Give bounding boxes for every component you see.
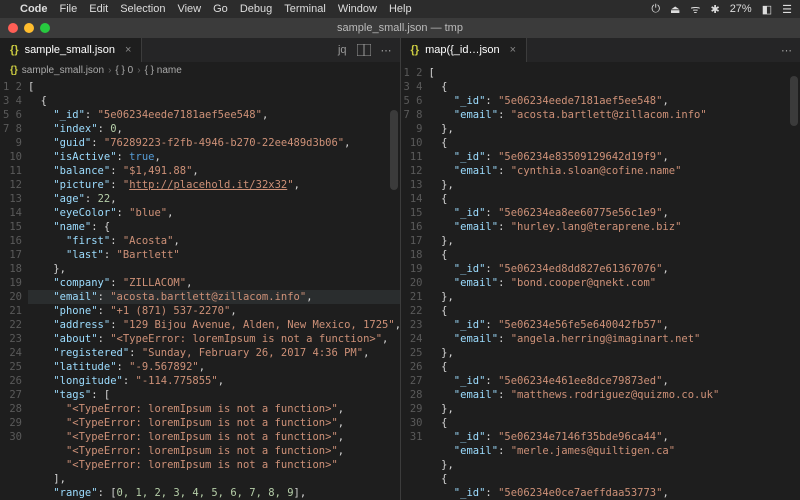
left-scrollbar[interactable] — [390, 110, 398, 190]
menu-selection[interactable]: Selection — [120, 3, 165, 15]
left-code[interactable]: [ { "_id": "5e06234eede7181aef5ee548", "… — [28, 80, 400, 500]
json-file-icon: {} — [10, 65, 18, 76]
menu-debug[interactable]: Debug — [240, 3, 272, 15]
mac-menu-items: File Edit Selection View Go Debug Terminal Wind… — [60, 3, 412, 15]
workspace: {} sample_small.json × jq ⋯ {} sample_sm… — [0, 38, 800, 500]
breadcrumb-item[interactable]: { } 0 — [115, 65, 133, 76]
json-file-icon: {} — [411, 44, 420, 56]
status-icon[interactable]: 27% — [730, 3, 752, 15]
tab-sample-small-json[interactable]: {} sample_small.json × — [0, 38, 142, 62]
json-file-icon: {} — [10, 44, 19, 56]
status-icon[interactable]: ⏏ — [670, 3, 680, 16]
window-titlebar: sample_small.json — tmp — [0, 18, 800, 38]
left-breadcrumb[interactable]: {} sample_small.json › { } 0 › { } name — [0, 62, 400, 80]
left-tabbar: {} sample_small.json × jq ⋯ — [0, 38, 400, 62]
menu-file[interactable]: File — [60, 3, 78, 15]
status-icon[interactable]: ✱ — [710, 3, 719, 16]
menu-terminal[interactable]: Terminal — [284, 3, 326, 15]
right-gutter: 1 2 3 4 5 6 7 8 9 10 11 12 13 14 15 16 1… — [401, 66, 429, 500]
window-title: sample_small.json — tmp — [0, 22, 800, 34]
app-name[interactable]: Code — [20, 3, 48, 15]
split-editor-icon[interactable] — [357, 44, 371, 56]
menu-view[interactable]: View — [177, 3, 201, 15]
more-actions-icon[interactable]: ⋯ — [381, 44, 392, 57]
status-icon[interactable]: ⏻ — [651, 3, 660, 16]
tab-actions: jq ⋯ — [330, 38, 400, 62]
mac-menubar: Code File Edit Selection View Go Debug Termina… — [0, 0, 800, 18]
tab-actions: ⋯ — [773, 38, 800, 62]
chevron-right-icon: › — [108, 65, 111, 76]
breadcrumb-item[interactable]: sample_small.json — [22, 65, 104, 76]
breadcrumb-item[interactable]: { } name — [145, 65, 182, 76]
right-code[interactable]: [ { "_id": "5e06234eede7181aef5ee548", "… — [429, 66, 800, 500]
right-scrollbar[interactable] — [790, 76, 798, 126]
close-tab-icon[interactable]: × — [125, 44, 131, 56]
status-icon[interactable]: ◧ — [762, 3, 772, 16]
menu-edit[interactable]: Edit — [89, 3, 108, 15]
left-editor-pane: {} sample_small.json × jq ⋯ {} sample_sm… — [0, 38, 401, 500]
left-gutter: 1 2 3 4 5 6 7 8 9 10 11 12 13 14 15 16 1… — [0, 80, 28, 500]
left-editor[interactable]: 1 2 3 4 5 6 7 8 9 10 11 12 13 14 15 16 1… — [0, 80, 400, 500]
right-editor[interactable]: 1 2 3 4 5 6 7 8 9 10 11 12 13 14 15 16 1… — [401, 66, 800, 500]
more-actions-icon[interactable]: ⋯ — [781, 44, 792, 57]
tab-label: sample_small.json — [25, 44, 115, 56]
chevron-right-icon: › — [137, 65, 140, 76]
menu-go[interactable]: Go — [213, 3, 228, 15]
mac-status-icons: ⏻ ⏏ ᯤ ✱ 27% ◧ ☰ — [651, 2, 792, 17]
right-editor-pane: {} map({_id…json × ⋯ 1 2 3 4 5 6 7 8 9 1… — [401, 38, 800, 500]
jq-action[interactable]: jq — [338, 44, 347, 56]
menu-window[interactable]: Window — [338, 3, 377, 15]
right-tabbar: {} map({_id…json × ⋯ — [401, 38, 800, 62]
menu-help[interactable]: Help — [389, 3, 412, 15]
status-icon[interactable]: ᯤ — [690, 2, 700, 17]
status-icon[interactable]: ☰ — [782, 3, 792, 16]
tab-map-json[interactable]: {} map({_id…json × — [401, 38, 528, 62]
tab-label: map({_id…json — [425, 44, 500, 56]
close-tab-icon[interactable]: × — [510, 44, 516, 56]
